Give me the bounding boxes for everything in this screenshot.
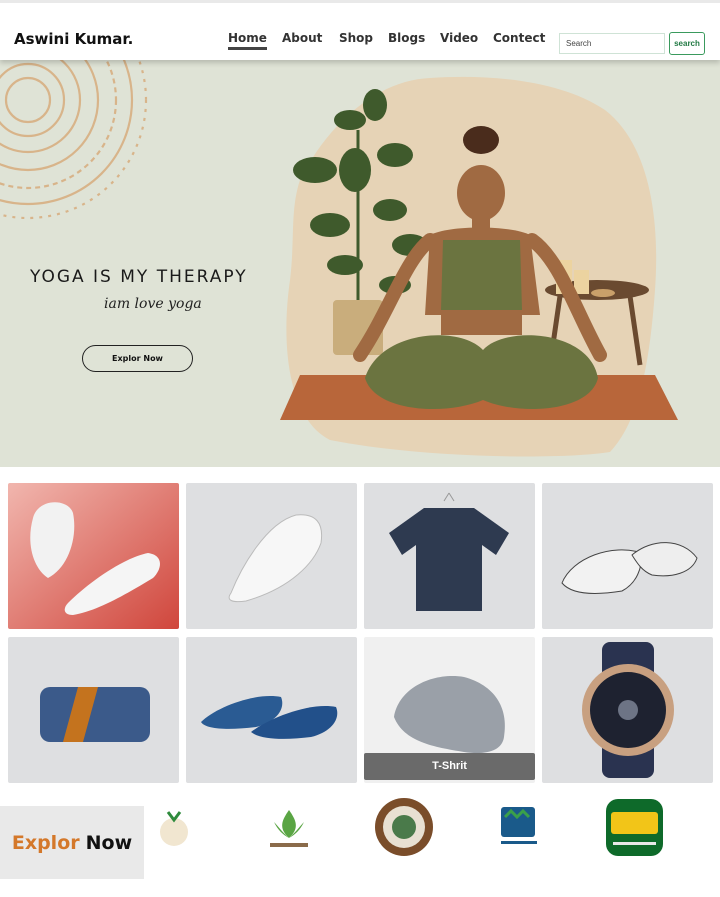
explore-now-button[interactable]: Explor Now [0,806,144,879]
product-tile-bag[interactable] [8,637,179,783]
nav-link-video[interactable]: Video [440,31,478,45]
t-shirt-image [364,483,535,629]
product-tile-t-shirt[interactable] [364,483,535,629]
product-tile-blue-sneakers[interactable] [186,637,357,783]
nav-link-blogs[interactable]: Blogs [388,31,425,45]
product-tile-beanie[interactable]: T-Shrit [364,637,535,783]
mandala-decoration [0,60,148,220]
blue-sneakers-image [186,637,357,783]
product-label: T-Shrit [364,753,535,780]
white-sneaker-image [186,483,357,629]
hero-illustration [0,60,678,457]
seal-logo-icon [375,798,433,856]
hero-explore-button[interactable]: Explor Now [82,345,193,372]
search-button[interactable]: search [669,32,705,55]
nav-link-shop[interactable]: Shop [339,31,373,45]
brand-logo-kesh-king[interactable] [605,798,664,857]
brand-logo-ayurvedic[interactable] [264,806,314,852]
explore-word: Explor [11,831,80,854]
product-tile-watch[interactable] [542,637,713,783]
brand-logo-seal[interactable] [374,797,434,857]
product-tile-running-shoes[interactable] [542,483,713,629]
sneakers-image [8,483,179,629]
crossbody-bag-image [8,637,179,783]
brand-logo-zandu[interactable] [158,808,190,850]
nav-link-about[interactable]: About [282,31,322,45]
search-input[interactable] [559,33,665,54]
product-tile-red-sneakers[interactable] [8,483,179,629]
ayurvedic-logo-icon [270,810,308,847]
kesh-king-logo-icon [606,799,663,856]
brand-logo-himalaya[interactable] [497,805,541,849]
navbar: Aswini Kumar. Home About Shop Blogs Vide… [0,0,720,60]
zandu-logo-icon [160,811,188,846]
hero-banner: YOGA IS MY THERAPY iam love yoga Explor … [0,60,720,467]
running-shoes-image [542,483,713,629]
watch-image [542,637,713,783]
product-tile-white-sneaker[interactable] [186,483,357,629]
himalaya-logo-icon [501,807,537,844]
nav-link-home[interactable]: Home [228,31,267,50]
nav-link-contact[interactable]: Contect [493,31,545,45]
hero-subtitle: iam love yoga [104,296,202,312]
now-word: Now [85,831,133,854]
hero-title: YOGA IS MY THERAPY [30,267,248,287]
brand-logo-text[interactable]: Aswini Kumar. [14,30,133,48]
